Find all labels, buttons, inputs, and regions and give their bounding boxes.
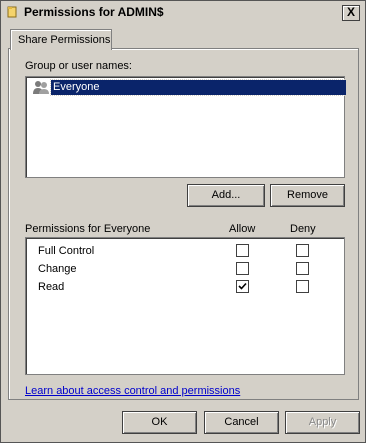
permissions-for-label: Permissions for Everyone bbox=[25, 223, 151, 235]
deny-column-header: Deny bbox=[290, 223, 316, 235]
permissions-dialog: Permissions for ADMIN$ X Share Permissio… bbox=[0, 0, 366, 443]
deny-checkbox[interactable] bbox=[296, 262, 309, 275]
help-link[interactable]: Learn about access control and permissio… bbox=[25, 385, 240, 397]
list-item-label: Everyone bbox=[50, 79, 347, 96]
permission-name: Full Control bbox=[38, 245, 95, 257]
allow-checkbox[interactable] bbox=[236, 244, 249, 257]
deny-checkbox[interactable] bbox=[296, 280, 309, 293]
permission-row-change: Change bbox=[26, 261, 342, 279]
allow-column-header: Allow bbox=[229, 223, 256, 235]
remove-button[interactable]: Remove bbox=[270, 184, 345, 207]
group-names-label-text: Group or user names: bbox=[25, 60, 132, 72]
deny-checkbox[interactable] bbox=[296, 244, 309, 257]
title-bar[interactable]: Permissions for ADMIN$ X bbox=[2, 2, 364, 22]
permission-name: Read bbox=[38, 281, 65, 293]
permissions-list: Full Control Change Read bbox=[25, 237, 345, 375]
checkmark-icon bbox=[238, 282, 247, 290]
list-item[interactable]: Everyone bbox=[30, 79, 347, 96]
allow-checkbox[interactable] bbox=[236, 280, 249, 293]
apply-button[interactable]: Apply bbox=[285, 411, 360, 434]
group-user-listbox[interactable]: Everyone bbox=[25, 76, 347, 178]
tab-share-permissions[interactable]: Share Permissions bbox=[10, 29, 112, 50]
ok-button[interactable]: OK bbox=[122, 411, 197, 434]
tab-label: Share Permissions bbox=[18, 34, 111, 46]
permission-row-full-control: Full Control bbox=[26, 243, 342, 261]
cancel-button[interactable]: Cancel bbox=[204, 411, 279, 434]
permission-name: Change bbox=[38, 263, 77, 275]
folder-icon bbox=[7, 6, 17, 18]
close-button[interactable]: X bbox=[342, 5, 360, 21]
allow-checkbox[interactable] bbox=[236, 262, 249, 275]
permission-row-read: Read bbox=[26, 279, 342, 297]
window-title: Permissions for ADMIN$ bbox=[24, 5, 164, 19]
add-button[interactable]: Add... bbox=[187, 184, 265, 207]
users-icon bbox=[33, 81, 49, 94]
group-names-label: Group or user names: bbox=[25, 60, 132, 72]
